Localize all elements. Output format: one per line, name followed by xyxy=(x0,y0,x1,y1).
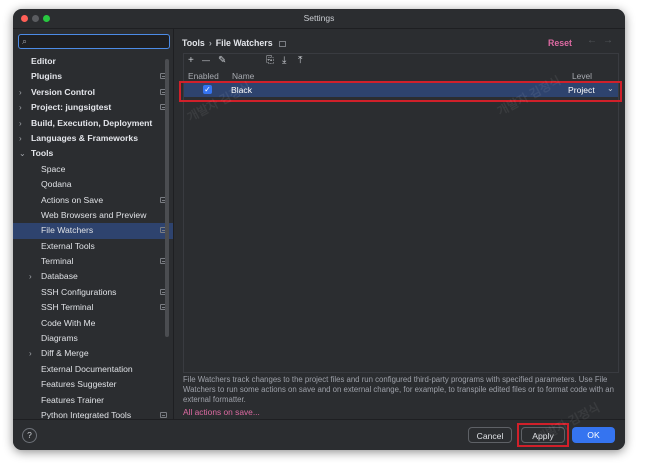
chevron-right-icon[interactable]: › xyxy=(19,85,27,100)
import-icon[interactable]: ⤓ xyxy=(282,55,286,66)
sidebar-item-label: SSH Configurations xyxy=(41,286,117,297)
sidebar-item-label: Terminal xyxy=(41,256,74,267)
chevron-right-icon[interactable]: › xyxy=(19,100,27,115)
settings-window: Settings ⌕ Editor Plugins › Version Control… xyxy=(13,9,625,450)
window-title: Settings xyxy=(303,13,335,23)
settings-tree: Editor Plugins › Version Control › Project: j… xyxy=(13,54,173,419)
sidebar-item-version-control[interactable]: › Version Control xyxy=(13,85,173,100)
sidebar-item-code-with-me[interactable]: Code With Me xyxy=(13,316,173,331)
sidebar-item-ssh-configurations[interactable]: SSH Configurations xyxy=(13,285,173,300)
sidebar-item-label: Plugins xyxy=(31,71,63,82)
sidebar-item-tools[interactable]: ⌄ Tools xyxy=(13,146,173,161)
title-bar: Settings xyxy=(13,9,625,29)
breadcrumb-tools[interactable]: Tools xyxy=(182,38,205,48)
remove-icon[interactable]: — xyxy=(202,56,210,65)
settings-search-input[interactable]: ⌕ xyxy=(18,34,170,49)
all-actions-on-save-link[interactable]: All actions on save... xyxy=(183,407,260,417)
history-arrows: ←→ xyxy=(587,35,619,46)
sidebar-item-label: Python Integrated Tools xyxy=(41,409,132,419)
copy-icon[interactable]: ⎘ xyxy=(266,55,274,66)
sidebar-item-label: File Watchers xyxy=(41,225,94,236)
sidebar-item-actions-on-save[interactable]: Actions on Save xyxy=(13,193,173,208)
sidebar-scrollbar[interactable] xyxy=(165,59,169,337)
watchers-toolbar: + — ✎ ⎘ ⤓ ⤒ xyxy=(184,54,618,69)
sidebar-item-python-integrated-tools[interactable]: Python Integrated Tools xyxy=(13,408,173,419)
chevron-right-icon[interactable]: › xyxy=(29,346,37,361)
sidebar-item-label: Build, Execution, Deployment xyxy=(31,117,153,128)
breadcrumb: Tools › File Watchers xyxy=(182,38,286,48)
sidebar-item-label: Diagrams xyxy=(41,333,78,344)
sidebar-item-label: External Tools xyxy=(41,240,95,251)
forward-arrow-icon[interactable]: → xyxy=(603,35,619,46)
sidebar-item-diff-merge[interactable]: › Diff & Merge xyxy=(13,346,173,361)
add-icon[interactable]: + xyxy=(188,55,194,66)
sidebar-item-label: Actions on Save xyxy=(41,194,104,205)
sidebar-item-database[interactable]: › Database xyxy=(13,269,173,284)
sidebar-item-languages-frameworks[interactable]: › Languages & Frameworks xyxy=(13,131,173,146)
breadcrumb-file-watchers: File Watchers xyxy=(215,38,273,48)
cancel-button[interactable]: Cancel xyxy=(468,427,512,443)
help-button[interactable]: ? xyxy=(22,428,37,443)
sidebar-item-label: Features Suggester xyxy=(41,379,117,390)
sidebar-item-terminal[interactable]: Terminal xyxy=(13,254,173,269)
chevron-right-icon[interactable]: › xyxy=(19,131,27,146)
sidebar-item-features-suggester[interactable]: Features Suggester xyxy=(13,377,173,392)
sidebar-item-label: Web Browsers and Preview xyxy=(41,209,147,220)
reset-button[interactable]: Reset xyxy=(548,38,572,48)
sidebar-item-label: SSH Terminal xyxy=(41,302,94,313)
dialog-footer: ? Cancel Apply OK 개발자 김정식 xyxy=(13,400,625,450)
search-icon: ⌕ xyxy=(22,36,28,46)
chevron-right-icon[interactable]: › xyxy=(19,116,27,131)
sidebar-item-label: Qodana xyxy=(41,179,72,190)
sidebar-item-web-browsers-and-preview[interactable]: Web Browsers and Preview xyxy=(13,208,173,223)
export-icon[interactable]: ⤒ xyxy=(298,55,302,66)
chevron-right-icon[interactable]: › xyxy=(29,269,37,284)
sidebar-item-file-watchers[interactable]: File Watchers xyxy=(13,223,173,239)
ok-button[interactable]: OK xyxy=(572,427,615,443)
sidebar-item-external-documentation[interactable]: External Documentation xyxy=(13,362,173,377)
sidebar-item-label: Database xyxy=(41,271,78,282)
sidebar-item-external-tools[interactable]: External Tools xyxy=(13,239,173,254)
chevron-down-icon[interactable]: ⌄ xyxy=(19,146,27,161)
sidebar-item-editor[interactable]: Editor xyxy=(13,54,173,69)
sidebar-item-build-execution-deployment[interactable]: › Build, Execution, Deployment xyxy=(13,116,173,131)
edit-icon[interactable]: ✎ xyxy=(218,55,226,66)
sidebar-item-ssh-terminal[interactable]: SSH Terminal xyxy=(13,300,173,315)
column-level[interactable]: Level xyxy=(572,71,592,81)
settings-sidebar: ⌕ Editor Plugins › Version Control › Project:… xyxy=(13,29,174,419)
file-watchers-description: File Watchers track changes to the proje… xyxy=(183,375,614,404)
settings-content: Tools › File Watchers Reset ←→ + — ✎ ⎘ ⤓ ⤒… xyxy=(174,29,625,419)
sidebar-item-label: Code With Me xyxy=(41,317,96,328)
sidebar-item-features-trainer[interactable]: Features Trainer xyxy=(13,393,173,408)
sidebar-item-label: Editor xyxy=(31,56,56,66)
breadcrumb-separator: › xyxy=(208,38,212,48)
project-settings-icon xyxy=(160,411,167,418)
sidebar-item-diagrams[interactable]: Diagrams xyxy=(13,331,173,346)
sidebar-item-project-jungsigtest[interactable]: › Project: jungsigtest xyxy=(13,100,173,115)
column-enabled[interactable]: Enabled xyxy=(188,71,219,81)
sidebar-item-label: Project: jungsigtest xyxy=(31,102,112,113)
sidebar-item-label: Diff & Merge xyxy=(41,348,89,359)
sidebar-item-label: Space xyxy=(41,163,66,174)
sidebar-item-label: Features Trainer xyxy=(41,394,105,405)
sidebar-item-label: Version Control xyxy=(31,86,95,97)
sidebar-item-label: External Documentation xyxy=(41,363,133,374)
project-settings-icon xyxy=(278,40,286,47)
sidebar-item-plugins[interactable]: Plugins xyxy=(13,69,173,84)
sidebar-item-space[interactable]: Space xyxy=(13,162,173,177)
sidebar-item-label: Languages & Frameworks xyxy=(31,132,138,143)
back-arrow-icon[interactable]: ← xyxy=(587,35,603,46)
sidebar-item-qodana[interactable]: Qodana xyxy=(13,177,173,192)
sidebar-item-label: Tools xyxy=(31,148,54,159)
